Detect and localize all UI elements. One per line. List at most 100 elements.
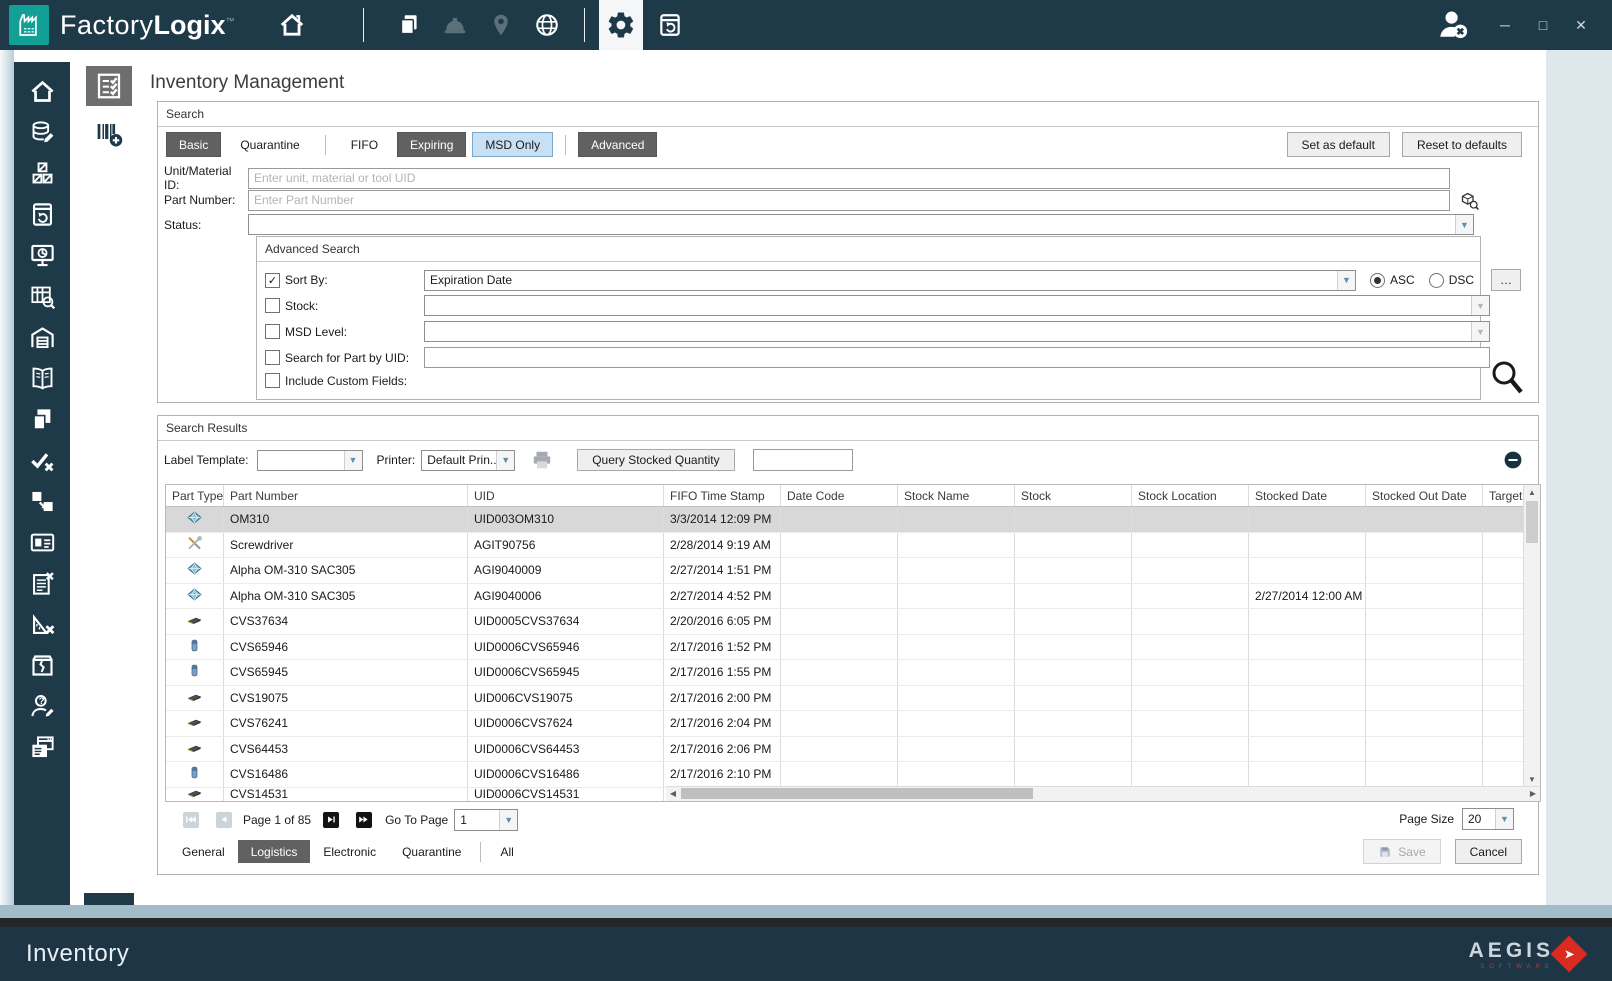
table-row[interactable]: CVS65946 UID0006CVS65946 2/17/2016 1:52 PM bbox=[166, 634, 1524, 660]
category-tab-all[interactable]: All bbox=[487, 840, 526, 863]
table-row[interactable]: CVS37634 UID0005CVS37634 2/20/2016 6:05 PM bbox=[166, 609, 1524, 635]
scroll-down-icon[interactable]: ▼ bbox=[1524, 772, 1540, 787]
globe-icon[interactable] bbox=[532, 10, 562, 40]
search-tab-basic[interactable]: Basic bbox=[166, 132, 222, 157]
sidebar-item-ruler-x[interactable] bbox=[27, 609, 57, 639]
chevron-down-icon[interactable]: ▼ bbox=[1495, 809, 1513, 829]
part-lookup-icon[interactable] bbox=[1458, 189, 1480, 211]
sidebar-item-app-windows[interactable] bbox=[27, 732, 57, 762]
search-tab-expiring[interactable]: Expiring bbox=[397, 132, 467, 157]
unit-material-id-input[interactable] bbox=[248, 167, 1450, 189]
scroll-right-icon[interactable]: ▶ bbox=[1526, 787, 1540, 800]
stock-select[interactable]: ▼ bbox=[424, 295, 1490, 316]
table-row[interactable]: OM310 UID003OM310 3/3/2014 12:09 PM bbox=[166, 507, 1524, 533]
table-row[interactable]: CVS76241 UID0006CVS7624 2/17/2016 2:04 PM bbox=[166, 711, 1524, 737]
msd-level-checkbox[interactable] bbox=[265, 324, 280, 339]
column-header-stocked-out-date[interactable]: Stocked Out Date bbox=[1366, 485, 1483, 506]
sidebar-item-table-search[interactable] bbox=[27, 281, 57, 311]
sidebar-item-book-refresh[interactable] bbox=[27, 199, 57, 229]
search-tab-fifo[interactable]: FIFO bbox=[337, 132, 392, 157]
table-row[interactable]: CVS64453 UID0006CVS64453 2/17/2016 2:06 PM bbox=[166, 736, 1524, 762]
query-stocked-quantity-button[interactable]: Query Stocked Quantity bbox=[577, 449, 735, 471]
location-pin-icon[interactable] bbox=[486, 10, 516, 40]
include-custom-fields-checkbox[interactable] bbox=[265, 373, 280, 388]
asc-radio[interactable] bbox=[1370, 272, 1385, 288]
column-header-target[interactable]: Target bbox=[1483, 485, 1524, 506]
save-button[interactable]: Save bbox=[1363, 839, 1441, 864]
status-select[interactable]: ▼ bbox=[248, 214, 1474, 235]
table-row[interactable]: Screwdriver AGIT90756 2/28/2014 9:19 AM bbox=[166, 532, 1524, 558]
column-header-part-type[interactable]: Part Type bbox=[166, 485, 224, 506]
table-row[interactable]: Alpha OM-310 SAC305 AGI9040009 2/27/2014 1… bbox=[166, 558, 1524, 584]
stocked-quantity-input[interactable] bbox=[752, 449, 853, 471]
label-template-select[interactable]: ▼ bbox=[256, 449, 363, 471]
chevron-down-icon[interactable]: ▼ bbox=[343, 450, 362, 470]
category-tab-electronic[interactable]: Electronic bbox=[310, 840, 389, 863]
scroll-up-icon[interactable]: ▲ bbox=[1524, 485, 1540, 500]
gear-icon[interactable] bbox=[598, 0, 643, 50]
previous-page-button[interactable] bbox=[216, 811, 232, 828]
first-page-button[interactable] bbox=[183, 811, 199, 828]
last-page-button[interactable] bbox=[356, 811, 373, 828]
sidebar-item-list-x[interactable] bbox=[27, 568, 57, 598]
sidebar-item-database-edit[interactable] bbox=[27, 117, 57, 147]
sort-by-checkbox[interactable]: ✓ bbox=[265, 272, 280, 288]
cancel-button[interactable]: Cancel bbox=[1454, 839, 1522, 864]
column-header-date-code[interactable]: Date Code bbox=[781, 485, 898, 506]
search-part-by-uid-input[interactable] bbox=[424, 347, 1490, 368]
horizontal-scrollbar-thumb[interactable] bbox=[681, 788, 1033, 799]
sidebar-item-monitor-chart[interactable] bbox=[27, 240, 57, 270]
chevron-down-icon[interactable]: ▼ bbox=[1471, 296, 1489, 315]
category-tab-quarantine[interactable]: Quarantine bbox=[389, 840, 474, 863]
search-tab-quarantine[interactable]: Quarantine bbox=[227, 132, 313, 157]
hard-hat-icon[interactable] bbox=[440, 10, 470, 40]
reset-to-defaults-button[interactable]: Reset to defaults bbox=[1401, 132, 1522, 157]
column-header-stock[interactable]: Stock bbox=[1015, 485, 1132, 506]
column-header-stock-name[interactable]: Stock Name bbox=[898, 485, 1015, 506]
sidebar-item-transfer[interactable] bbox=[27, 486, 57, 516]
chevron-down-icon[interactable]: ▼ bbox=[496, 450, 515, 470]
column-header-stocked-date[interactable]: Stocked Date bbox=[1249, 485, 1366, 506]
sidebar-item-person-question[interactable]: ? bbox=[27, 691, 57, 721]
printer-select[interactable]: Default Prin... ▼ bbox=[421, 449, 516, 471]
column-header-part-number[interactable]: Part Number bbox=[224, 485, 468, 506]
part-number-input[interactable] bbox=[248, 189, 1450, 211]
table-row[interactable]: Alpha OM-310 SAC305 AGI9040006 2/27/2014 4… bbox=[166, 583, 1524, 609]
sidebar-item-warehouse[interactable] bbox=[27, 322, 57, 352]
column-header-stock-location[interactable]: Stock Location bbox=[1132, 485, 1249, 506]
horizontal-scrollbar[interactable]: ◀ ▶ bbox=[666, 786, 1540, 801]
search-icon[interactable] bbox=[1488, 358, 1524, 398]
column-header-uid[interactable]: UID bbox=[468, 485, 664, 506]
more-sort-options-button[interactable]: … bbox=[1491, 269, 1522, 291]
maximize-button[interactable]: □ bbox=[1528, 10, 1558, 40]
chevron-down-icon[interactable]: ▼ bbox=[499, 809, 518, 830]
close-button[interactable]: ✕ bbox=[1566, 10, 1596, 40]
search-tab-msd-only[interactable]: MSD Only bbox=[472, 132, 554, 157]
msd-level-select[interactable]: ▼ bbox=[424, 321, 1490, 342]
sidebar-item-home[interactable] bbox=[27, 76, 57, 106]
table-row[interactable]: CVS19075 UID006CVS19075 2/17/2016 2:00 PM bbox=[166, 685, 1524, 711]
user-logout-icon[interactable] bbox=[1436, 7, 1472, 43]
scroll-left-icon[interactable]: ◀ bbox=[666, 787, 680, 800]
set-as-default-button[interactable]: Set as default bbox=[1286, 132, 1390, 157]
chevron-down-icon[interactable]: ▼ bbox=[1471, 322, 1489, 341]
sidebar-item-boxes[interactable] bbox=[27, 158, 57, 188]
search-part-by-uid-checkbox[interactable] bbox=[265, 350, 280, 365]
category-tab-general[interactable]: General bbox=[169, 840, 238, 863]
go-to-page-select[interactable]: 1 ▼ bbox=[454, 808, 519, 831]
vertical-scrollbar[interactable]: ▲ ▼ bbox=[1523, 485, 1540, 801]
sidebar-item-check-x[interactable] bbox=[27, 445, 57, 475]
chevron-down-icon[interactable]: ▼ bbox=[1455, 215, 1473, 234]
table-row[interactable]: CVS16486 UID0006CVS16486 2/17/2016 2:10 PM bbox=[166, 762, 1524, 788]
sidebar-item-documents[interactable] bbox=[27, 404, 57, 434]
category-tab-logistics[interactable]: Logistics bbox=[237, 840, 311, 863]
rail-item-checklist[interactable] bbox=[86, 66, 132, 106]
search-tab-advanced[interactable]: Advanced bbox=[578, 132, 658, 157]
sidebar-item-id-card[interactable] bbox=[27, 527, 57, 557]
table-row[interactable]: CVS65945 UID0006CVS65945 2/17/2016 1:55 PM bbox=[166, 660, 1524, 686]
print-icon[interactable] bbox=[531, 449, 553, 471]
minimize-button[interactable]: ─ bbox=[1490, 10, 1520, 40]
home-icon[interactable] bbox=[277, 10, 307, 40]
sort-by-select[interactable]: Expiration Date ▼ bbox=[424, 269, 1356, 291]
next-page-button[interactable] bbox=[323, 811, 340, 828]
